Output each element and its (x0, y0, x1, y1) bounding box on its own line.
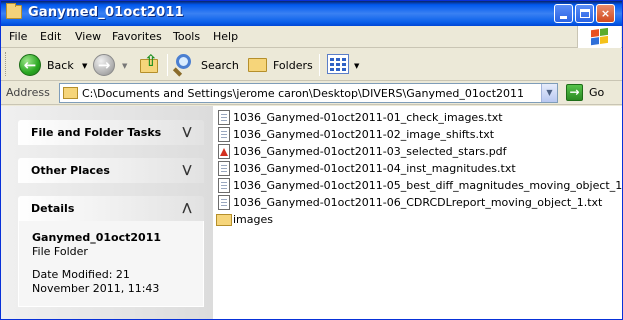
other-places-panel: Other Places ⋁ (18, 158, 204, 183)
go-label: Go (589, 86, 605, 99)
menu-file[interactable]: File (9, 30, 27, 43)
file-name: 1036_Ganymed-01oct2011-03_selected_stars… (233, 145, 507, 158)
explorer-window: Ganymed_01oct2011 × File Edit View Favor… (0, 0, 623, 320)
toolbar-separator (319, 54, 320, 76)
menu-tools[interactable]: Tools (173, 30, 200, 43)
text-file-icon (218, 161, 230, 176)
chevron-up-icon[interactable]: ⋀ (179, 200, 195, 216)
toolbar-grip[interactable] (5, 52, 8, 76)
views-dropdown-icon: ▼ (354, 62, 360, 70)
go-arrow-icon: → (566, 84, 583, 101)
up-arrow-icon: ⇧ (144, 51, 158, 70)
chevron-down-icon[interactable]: ⋁ (179, 124, 195, 140)
search-icon (176, 54, 191, 69)
search-label: Search (201, 59, 239, 72)
menu-help[interactable]: Help (213, 30, 238, 43)
views-icon (327, 54, 349, 74)
folder-icon (6, 3, 22, 19)
content-area: File and Folder Tasks ⋁ Other Places ⋁ D… (1, 106, 623, 319)
other-places-title: Other Places (31, 164, 110, 177)
folder-icon (63, 87, 78, 99)
forward-arrow-icon: → (97, 56, 111, 74)
file-name: 1036_Ganymed-01oct2011-01_check_images.t… (233, 111, 503, 124)
details-name: Ganymed_01oct2011 (32, 231, 162, 244)
go-button[interactable]: → Go (564, 83, 619, 103)
chevron-down-icon: ▼ (546, 88, 553, 97)
title-bar[interactable]: Ganymed_01oct2011 × (1, 1, 622, 26)
toolbar-separator (167, 54, 168, 76)
window-title: Ganymed_01oct2011 (28, 5, 184, 20)
up-folder-button[interactable]: ⇧ (137, 51, 161, 77)
close-button[interactable]: × (596, 4, 615, 23)
menu-edit[interactable]: Edit (40, 30, 61, 43)
file-folder-tasks-header[interactable]: File and Folder Tasks ⋁ (18, 120, 204, 145)
address-input[interactable]: C:\Documents and Settings\jerome caron\D… (59, 83, 558, 103)
views-button[interactable]: ▼ (326, 53, 364, 77)
menu-bar: File Edit View Favorites Tools Help (1, 26, 622, 48)
minimize-icon (560, 16, 567, 19)
text-file-icon (218, 127, 230, 142)
address-path: C:\Documents and Settings\jerome caron\D… (82, 87, 524, 100)
folder-name: images (233, 213, 273, 226)
file-name: 1036_Ganymed-01oct2011-04_inst_magnitude… (233, 162, 516, 175)
other-places-header[interactable]: Other Places ⋁ (18, 158, 204, 183)
pdf-file-icon (218, 144, 230, 159)
details-panel: Details ⋀ Ganymed_01oct2011 File Folder … (18, 196, 204, 307)
minimize-button[interactable] (554, 4, 573, 23)
text-file-icon (218, 110, 230, 125)
maximize-icon (579, 9, 590, 18)
task-pane: File and Folder Tasks ⋁ Other Places ⋁ D… (1, 106, 213, 319)
address-bar: Address C:\Documents and Settings\jerome… (1, 81, 622, 105)
text-file-icon (218, 178, 230, 193)
file-name: 1036_Ganymed-01oct2011-02_image_shifts.t… (233, 128, 495, 141)
chevron-down-icon[interactable]: ⋁ (179, 162, 195, 178)
details-title: Details (31, 202, 75, 215)
back-label: Back (47, 59, 74, 72)
file-name: 1036_Ganymed-01oct2011-06_CDRCDLreport_m… (233, 196, 603, 209)
folders-button[interactable]: Folders (246, 53, 313, 77)
file-name: 1036_Ganymed-01oct2011-05_best_diff_magn… (233, 179, 623, 192)
folders-icon (248, 58, 267, 72)
close-icon: × (600, 7, 611, 20)
forward-dropdown-icon[interactable]: ▼ (122, 62, 127, 70)
back-arrow-icon: ← (19, 54, 41, 76)
search-button[interactable]: Search (172, 53, 239, 77)
maximize-button[interactable] (575, 4, 594, 23)
folders-label: Folders (273, 59, 313, 72)
details-header[interactable]: Details ⋀ (18, 196, 204, 221)
address-label: Address (6, 86, 50, 99)
forward-button[interactable]: → (93, 54, 115, 76)
windows-logo (577, 26, 621, 48)
menu-view[interactable]: View (75, 30, 101, 43)
file-folder-tasks-title: File and Folder Tasks (31, 126, 162, 139)
address-dropdown-button[interactable]: ▼ (541, 84, 557, 102)
details-type: File Folder (32, 245, 88, 258)
windows-flag-icon (591, 27, 609, 47)
menu-favorites[interactable]: Favorites (112, 30, 162, 43)
details-body: Ganymed_01oct2011 File Folder Date Modif… (18, 221, 204, 307)
file-folder-tasks-panel: File and Folder Tasks ⋁ (18, 120, 204, 145)
toolbar: ← Back ▼ → ▼ ⇧ Search Folders ▼ (1, 48, 622, 81)
details-modified: Date Modified: 21 November 2011, 11:43 (32, 268, 160, 295)
text-file-icon (218, 195, 230, 210)
folder-icon (216, 214, 232, 226)
back-dropdown-icon[interactable]: ▼ (82, 62, 87, 70)
